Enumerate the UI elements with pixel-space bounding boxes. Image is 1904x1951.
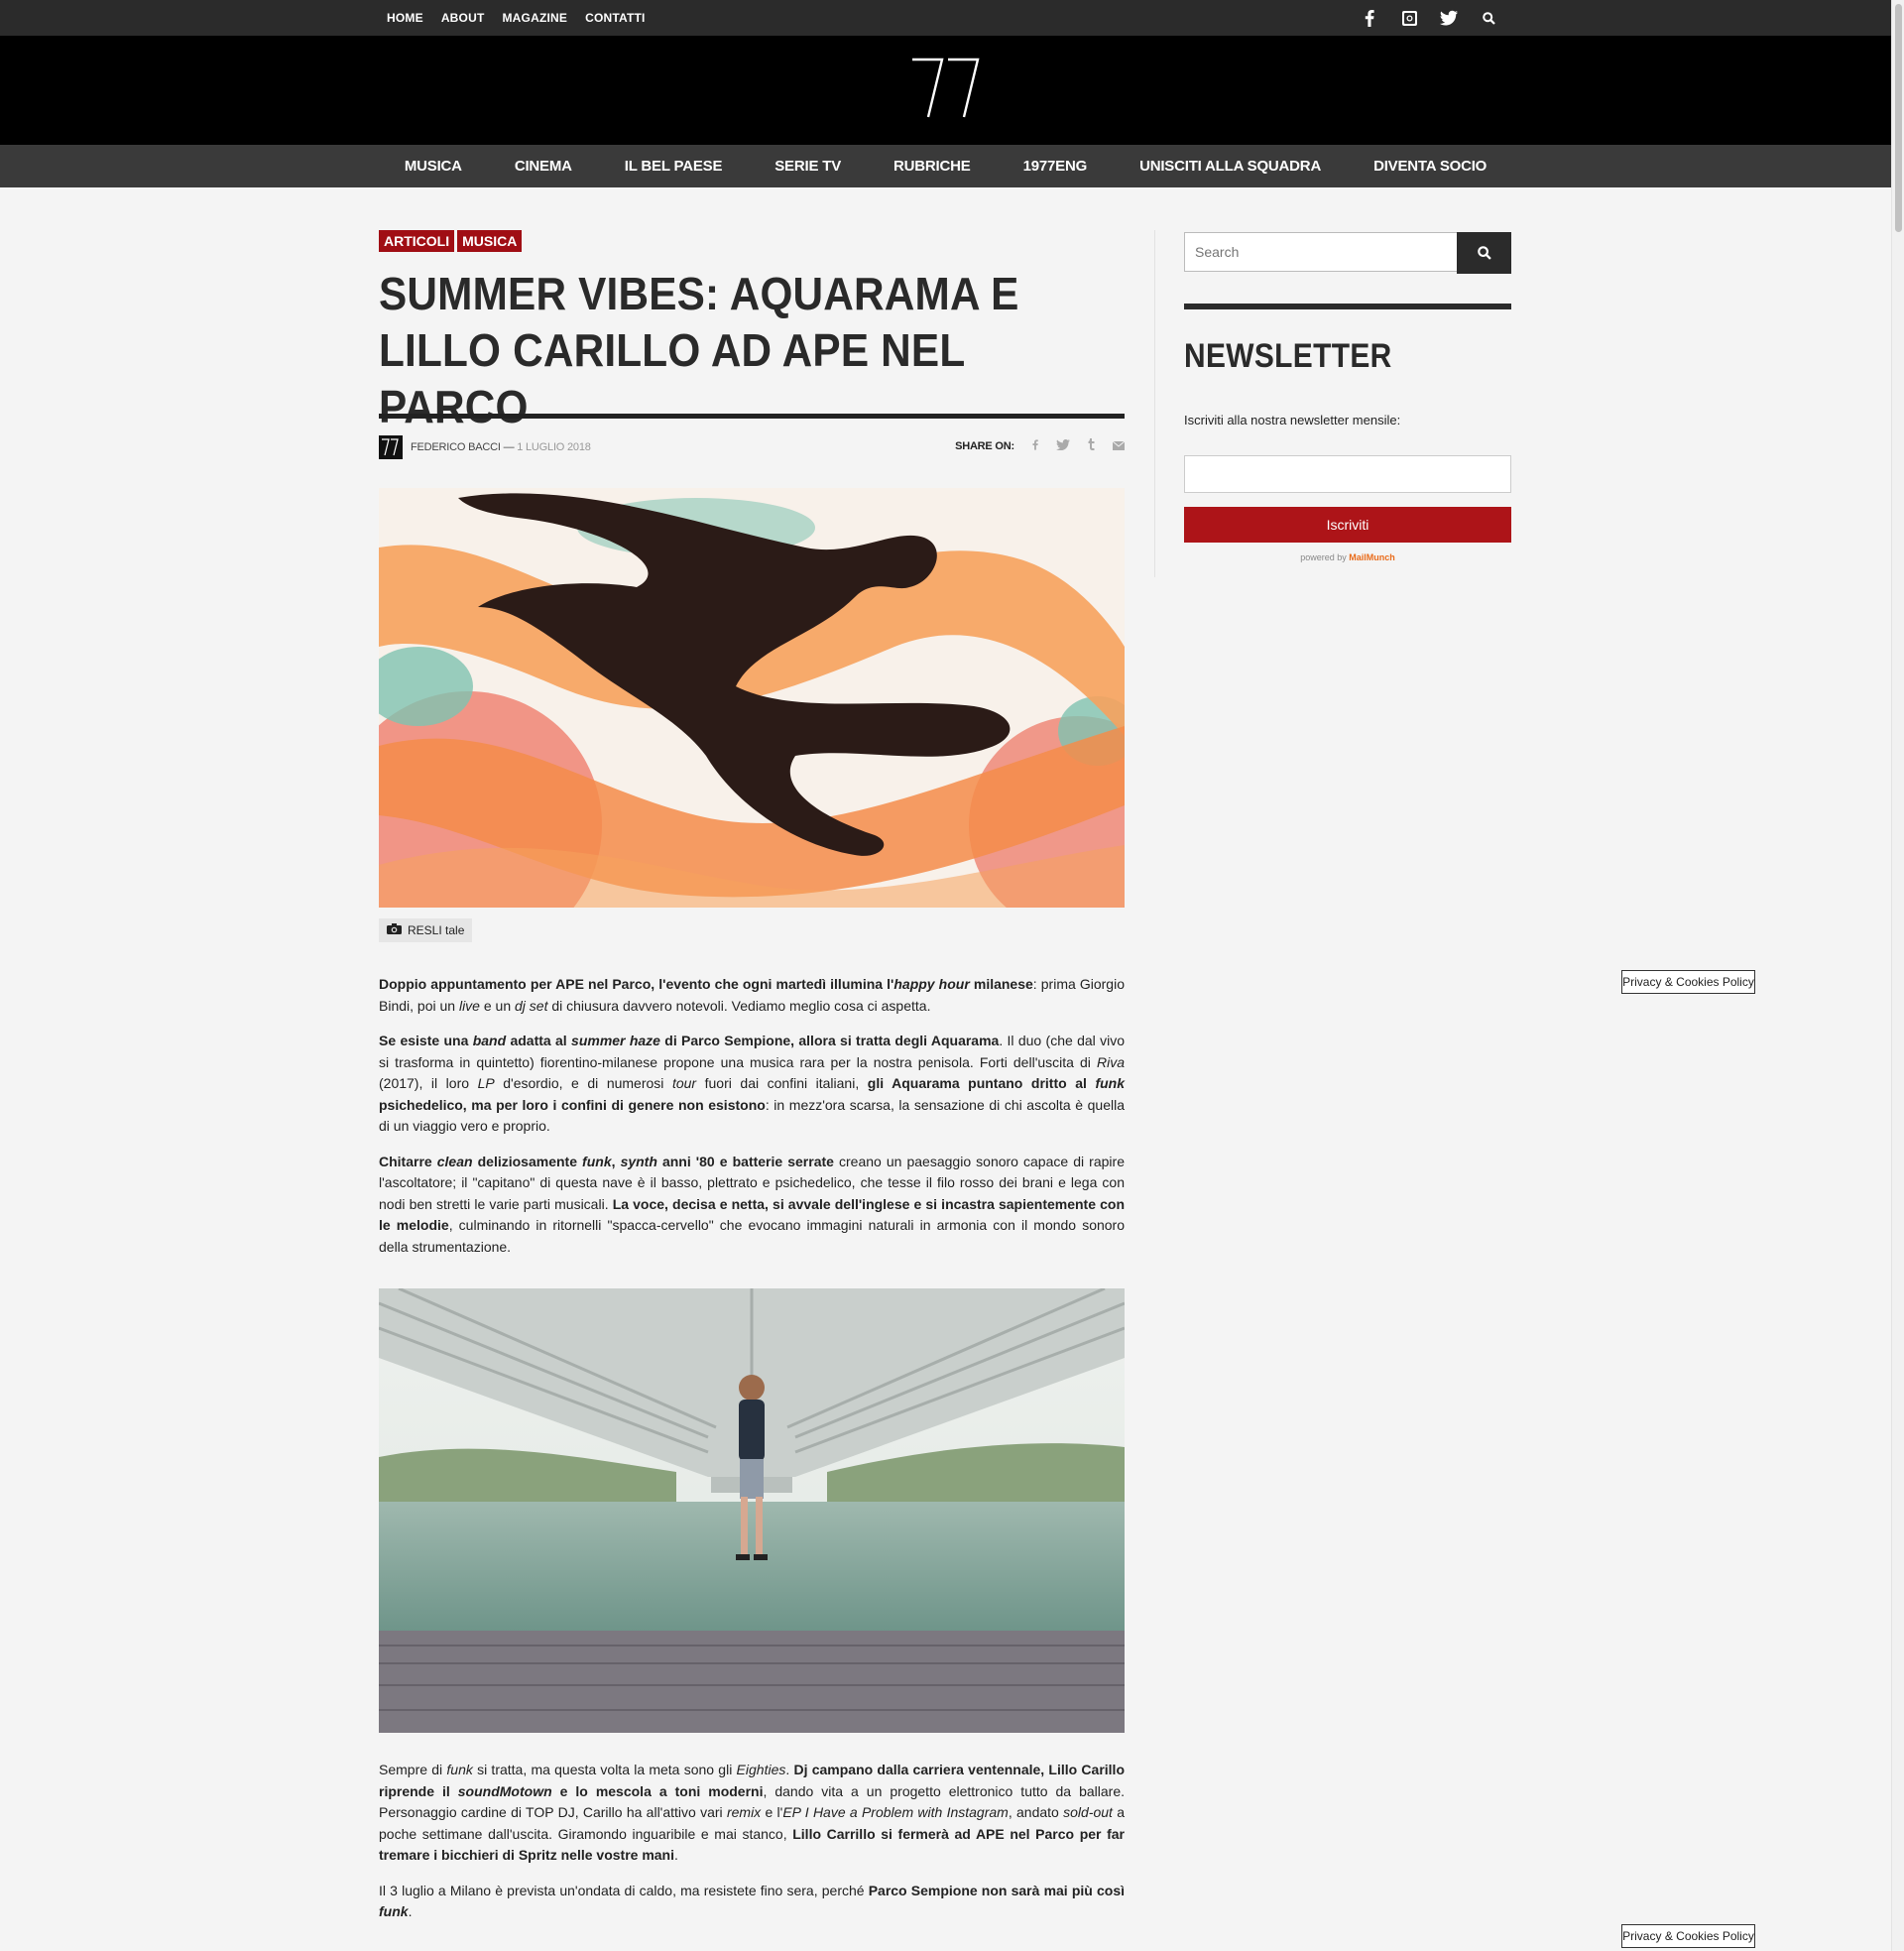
paragraph-4: Sempre di funk si tratta, ma questa volt… <box>379 1762 1125 1863</box>
article-body-top: Doppio appuntamento per APE nel Parco, l… <box>379 974 1125 1272</box>
powered-by-prefix: powered by <box>1300 552 1350 562</box>
newsletter-email-input[interactable] <box>1184 455 1511 493</box>
author-avatar <box>379 435 403 459</box>
search-input[interactable] <box>1184 232 1458 272</box>
author-byline: FEDERICO BACCI — 1 LUGLIO 2018 <box>411 441 591 453</box>
top-nav: HOME ABOUT MAGAZINE CONTATTI <box>387 0 646 36</box>
sidebar-search <box>1184 232 1511 274</box>
photo-credit: RESLI tale <box>379 918 473 942</box>
category-tags: ARTICOLI MUSICA <box>379 230 1125 252</box>
share-email-icon[interactable] <box>1112 439 1126 453</box>
twitter-icon[interactable] <box>1440 9 1458 27</box>
paragraph-3: Chitarre clean deliziosamente funk, synt… <box>379 1153 1126 1255</box>
search-button-icon <box>1477 246 1491 260</box>
author-name[interactable]: FEDERICO BACCI <box>411 441 501 453</box>
sidebar-divider <box>1154 230 1155 577</box>
article-meta: FEDERICO BACCI — 1 LUGLIO 2018 SHARE ON: <box>379 435 1126 459</box>
nav-cinema[interactable]: CINEMA <box>515 158 572 175</box>
article: ARTICOLI MUSICA SUMMER VIBES: AQUARAMA E… <box>379 230 1126 1919</box>
nav-diventa-socio[interactable]: DIVENTA SOCIO <box>1373 158 1487 175</box>
search-icon[interactable] <box>1480 9 1497 27</box>
paragraph-1: Doppio appuntamento per APE nel Parco, l… <box>379 976 1125 1014</box>
paragraph-5: Il 3 luglio a Milano è prevista un'ondat… <box>379 1882 1125 1920</box>
category-musica[interactable]: MUSICA <box>457 230 523 252</box>
article-body-bottom: Sempre di funk si tratta, ma questa volt… <box>379 1760 1125 1937</box>
sidebar-divider-thick <box>1184 304 1511 309</box>
nav-unisciti[interactable]: UNISCITI ALLA SQUADRA <box>1139 158 1321 175</box>
newsletter-subtitle: Iscriviti alla nostra newsletter mensile… <box>1184 413 1401 427</box>
newsletter-title: NEWSLETTER <box>1184 337 1392 375</box>
instagram-icon[interactable] <box>1400 9 1418 27</box>
photo-credit-text: RESLI tale <box>408 923 465 937</box>
share-bar: SHARE ON: <box>955 438 1126 453</box>
share-facebook-icon[interactable] <box>1032 438 1038 453</box>
page-scrollbar[interactable] <box>1891 0 1904 1951</box>
category-articoli[interactable]: ARTICOLI <box>379 230 455 252</box>
share-tumblr-icon[interactable] <box>1088 438 1095 453</box>
nav-1977eng[interactable]: 1977ENG <box>1023 158 1088 175</box>
nav-serie-tv[interactable]: SERIE TV <box>774 158 841 175</box>
share-label: SHARE ON: <box>955 439 1014 452</box>
article-title: SUMMER VIBES: AQUARAMA E LILLO CARILLO A… <box>379 268 1019 432</box>
logo-77-mark <box>912 58 980 118</box>
header-logo-band <box>0 36 1891 145</box>
title-divider <box>379 414 1125 419</box>
byline-dash: — <box>503 441 518 453</box>
main-nav: MUSICA CINEMA IL BEL PAESE SERIE TV RUBR… <box>0 145 1891 187</box>
privacy-policy-button-bottom[interactable]: Privacy & Cookies Policy <box>1621 1924 1755 1948</box>
topnav-magazine[interactable]: MAGAZINE <box>502 11 567 25</box>
site-logo[interactable] <box>908 54 982 123</box>
paragraph-2: Se esiste una band adatta al summer haze… <box>379 1033 1125 1134</box>
article-photo-bridge <box>379 1288 1125 1733</box>
share-twitter-icon[interactable] <box>1056 438 1070 453</box>
nav-musica[interactable]: MUSICA <box>405 158 462 175</box>
nav-rubriche[interactable]: RUBRICHE <box>893 158 971 175</box>
topnav-home[interactable]: HOME <box>387 11 423 25</box>
camera-icon <box>387 923 402 937</box>
scrollbar-thumb[interactable] <box>1895 4 1902 232</box>
search-button[interactable] <box>1457 232 1511 274</box>
powered-by: powered by MailMunch <box>1184 552 1511 562</box>
hero-illustration <box>379 488 1125 908</box>
privacy-policy-button[interactable]: Privacy & Cookies Policy <box>1621 970 1755 994</box>
article-date: 1 LUGLIO 2018 <box>517 441 591 453</box>
mailmunch-link[interactable]: MailMunch <box>1349 552 1395 562</box>
top-utility-bar: HOME ABOUT MAGAZINE CONTATTI <box>0 0 1891 36</box>
topnav-contatti[interactable]: CONTATTI <box>585 11 645 25</box>
facebook-icon[interactable] <box>1361 9 1378 27</box>
social-links <box>1361 0 1497 36</box>
newsletter-subscribe-button[interactable]: Iscriviti <box>1184 507 1511 543</box>
topnav-about[interactable]: ABOUT <box>441 11 485 25</box>
nav-il-bel-paese[interactable]: IL BEL PAESE <box>625 158 723 175</box>
